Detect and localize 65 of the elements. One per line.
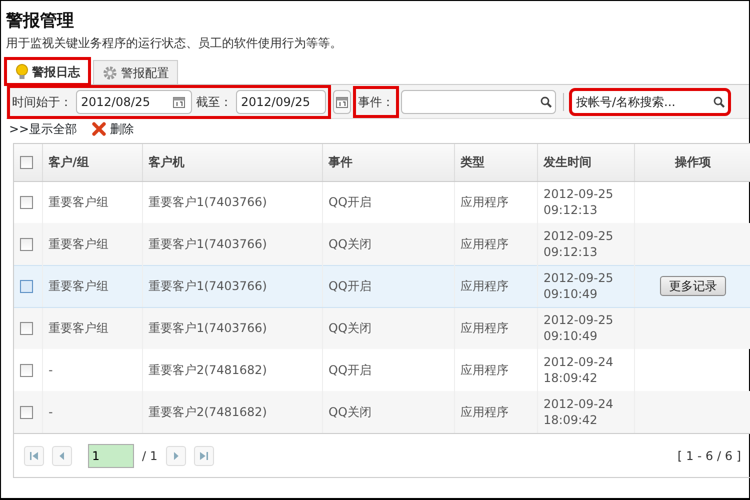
row-checkbox[interactable] — [20, 280, 33, 294]
page-total: / 1 — [142, 448, 158, 464]
page-description: 用于监视关键业务程序的运行状态、员工的软件使用行为等等。 — [6, 35, 343, 51]
row-checkbox[interactable] — [20, 238, 33, 251]
page-number-field[interactable]: 1 — [88, 444, 134, 468]
start-date-field[interactable]: 2012/08/25 — [76, 90, 192, 114]
table-cell: 应用程序 — [454, 223, 537, 265]
delete-button[interactable]: 删除 — [91, 119, 136, 139]
table-cell-text: 2012-09-25 09:10:49 — [544, 312, 614, 344]
select-all-checkbox[interactable] — [20, 156, 33, 170]
end-label: 截至： — [196, 94, 232, 110]
table-cell: 应用程序 — [454, 307, 537, 349]
table-cell: - — [42, 391, 142, 433]
calendar-icon[interactable] — [333, 90, 351, 114]
lightbulb-icon — [15, 64, 29, 80]
page-title: 警报管理 — [6, 10, 75, 33]
table-cell-text: 2012-09-25 09:12:13 — [544, 186, 614, 218]
column-header: 发生时间 — [537, 144, 634, 181]
show-all-link[interactable]: >>显示全部 — [9, 120, 78, 138]
table-cell: 重要客户组 — [42, 223, 142, 265]
end-date-field[interactable]: 2012/09/25 — [236, 90, 326, 114]
previous-page-button[interactable] — [52, 446, 72, 466]
table-cell: QQ关闭 — [322, 391, 454, 433]
table-cell: QQ关闭 — [322, 223, 454, 265]
row-checkbox[interactable] — [20, 322, 33, 336]
event-label: 事件： — [355, 88, 397, 116]
table-cell: 重要客户2(7481682) — [142, 391, 322, 433]
table-cell: 重要客户1(7403766) — [142, 223, 322, 265]
record-summary: [ 1 - 6 / 6 ] — [677, 448, 741, 464]
row-checkbox[interactable] — [20, 364, 33, 378]
table-cell: 重要客户1(7403766) — [142, 307, 322, 349]
table-cell-text: 2012-09-25 09:12:13 — [544, 228, 614, 260]
row-checkbox[interactable] — [20, 406, 33, 420]
last-page-icon — [198, 450, 208, 460]
search-field[interactable]: 按帐号/名称搜索... — [571, 90, 729, 114]
search-icon — [540, 96, 552, 108]
gear-icon — [102, 64, 118, 80]
column-header: 类型 — [454, 144, 537, 181]
tab[interactable]: 警报日志 — [6, 59, 89, 84]
table-cell: 重要客户组 — [42, 307, 142, 349]
table-cell: 重要客户组 — [42, 265, 142, 307]
table-cell: 应用程序 — [454, 391, 537, 433]
column-header: 客户/组 — [42, 144, 142, 181]
previous-page-icon — [57, 450, 67, 460]
search-icon — [713, 96, 725, 108]
event-field[interactable] — [401, 90, 556, 114]
table-cell: 重要客户1(7403766) — [142, 265, 322, 307]
more-records-button[interactable]: 更多记录 — [660, 276, 726, 296]
table-cell: 应用程序 — [454, 265, 537, 307]
column-header: 事件 — [322, 144, 454, 181]
column-header: 客户机 — [142, 144, 322, 181]
next-page-button[interactable] — [166, 446, 186, 466]
start-label: 时间始于： — [12, 94, 72, 110]
cross-icon — [92, 122, 106, 136]
table-cell-text: 2012-09-24 18:09:42 — [544, 396, 614, 428]
column-header: 操作项 — [634, 144, 750, 181]
table-cell-text: 2012-09-25 09:10:49 — [544, 270, 614, 302]
tab[interactable]: 警报配置 — [93, 60, 178, 84]
first-page-icon — [29, 450, 39, 460]
row-checkbox[interactable] — [20, 196, 33, 210]
table-cell: QQ开启 — [322, 265, 454, 307]
last-page-button[interactable] — [194, 446, 214, 466]
first-page-button[interactable] — [24, 446, 44, 466]
table-cell-text: 2012-09-24 18:09:42 — [544, 354, 614, 386]
table-cell: QQ关闭 — [322, 307, 454, 349]
